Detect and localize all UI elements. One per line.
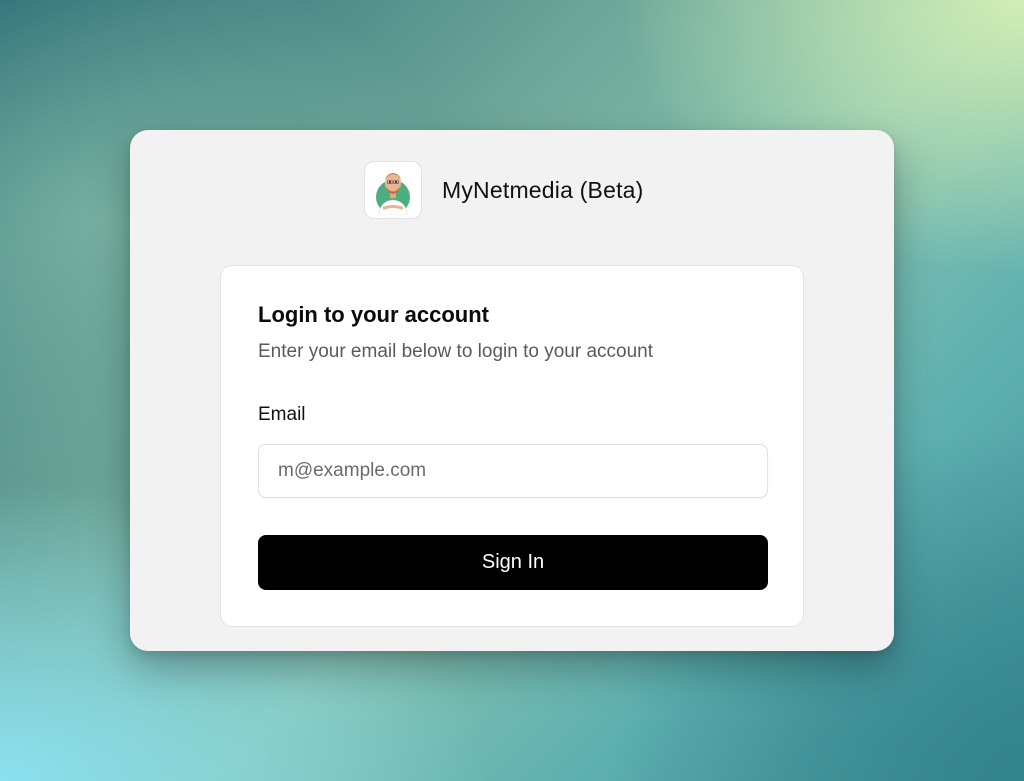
login-form-card: Login to your account Enter your email b… bbox=[220, 265, 804, 627]
avatar-cartoon-icon bbox=[376, 173, 410, 215]
login-container: MyNetmedia (Beta) Login to your account … bbox=[130, 130, 894, 651]
brand-logo bbox=[364, 161, 422, 219]
brand-name: MyNetmedia (Beta) bbox=[442, 176, 644, 203]
login-title: Login to your account bbox=[258, 302, 489, 327]
email-field[interactable] bbox=[258, 444, 768, 498]
login-subtitle: Enter your email below to login to your … bbox=[258, 341, 653, 362]
sign-in-button[interactable]: Sign In bbox=[258, 535, 768, 590]
email-label: Email bbox=[258, 404, 306, 425]
brand-header: MyNetmedia (Beta) bbox=[364, 161, 644, 219]
